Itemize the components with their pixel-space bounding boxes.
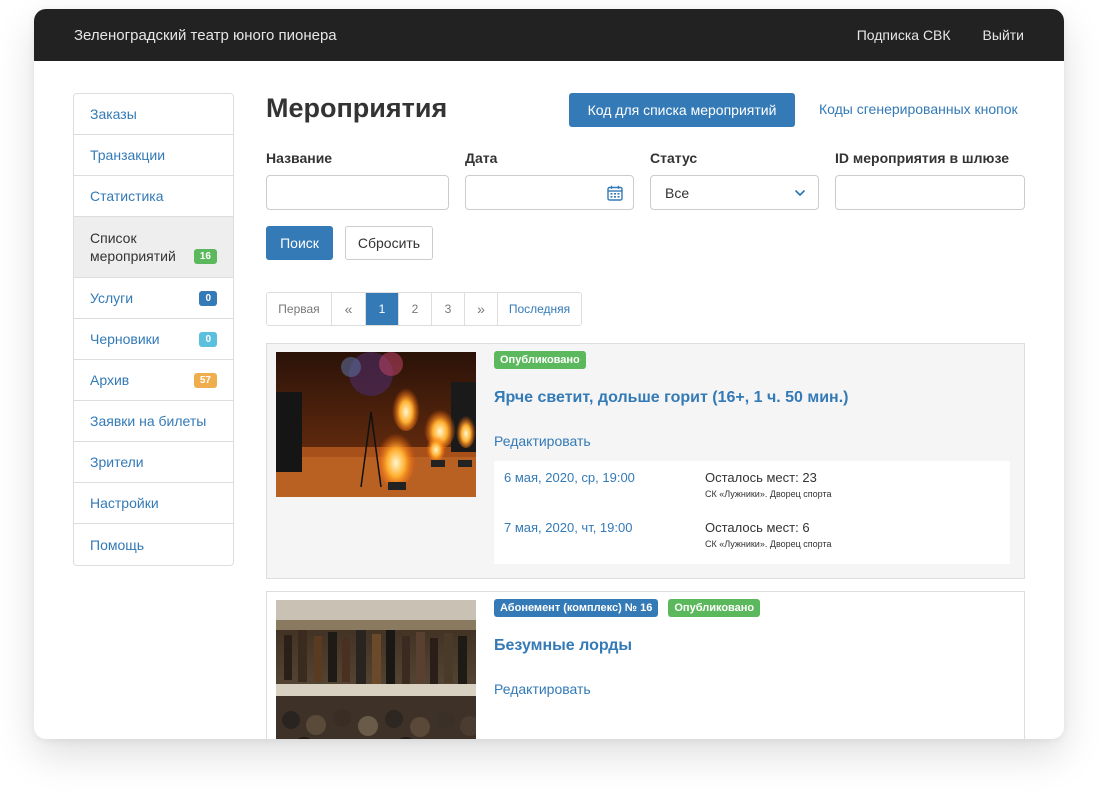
session-venue: СК «Лужники». Дворец спорта <box>705 539 832 549</box>
sidebar-item-archive[interactable]: Архив 57 <box>74 360 233 401</box>
status-selected-value: Все <box>665 184 690 201</box>
calendar-icon[interactable] <box>607 185 623 201</box>
event-labels: Опубликовано <box>494 351 596 369</box>
sidebar-item-drafts[interactable]: Черновики 0 <box>74 319 233 360</box>
search-button[interactable]: Поиск <box>266 226 333 260</box>
session-date-link[interactable]: 6 мая, 2020, ср, 19:00 <box>504 470 635 485</box>
sidebar-item-orders[interactable]: Заказы <box>74 94 233 135</box>
session-date-link[interactable]: 7 мая, 2020, чт, 19:00 <box>504 520 632 535</box>
sidebar-item-label: Транзакции <box>90 147 166 163</box>
sidebar-item-label: Заявки на билеты <box>90 413 207 429</box>
edit-event-link[interactable]: Редактировать <box>494 433 591 449</box>
sidebar-item-label: Архив <box>90 372 130 388</box>
sidebar-item-ticket-requests[interactable]: Заявки на билеты <box>74 401 233 442</box>
chevron-down-icon <box>795 190 805 196</box>
published-label: Опубликовано <box>494 351 586 369</box>
sidebar-item-label: Список мероприятий <box>90 230 176 264</box>
generated-buttons-codes-link[interactable]: Коды сгенерированных кнопок <box>819 101 1018 117</box>
pagination: Первая « 1 2 3 » Последняя <box>266 292 582 326</box>
subscription-link[interactable]: Подписка СВК <box>857 27 951 43</box>
sidebar-item-label: Статистика <box>90 188 164 204</box>
pagination-last[interactable]: Последняя <box>497 293 581 325</box>
top-navbar: Зеленоградский театр юного пионера Подпи… <box>34 9 1064 61</box>
sidebar-item-transactions[interactable]: Транзакции <box>74 135 233 176</box>
event-card: Опубликовано Ярче светит, дольше горит (… <box>266 343 1025 579</box>
date-filter-input[interactable] <box>465 175 634 210</box>
pagination-first[interactable]: Первая <box>267 293 331 325</box>
events-count-badge: 16 <box>193 248 217 264</box>
status-filter-select[interactable]: Все <box>650 175 819 210</box>
sidebar-item-settings[interactable]: Настройки <box>74 483 233 524</box>
drafts-count-badge: 0 <box>199 331 217 347</box>
event-poster-image[interactable] <box>276 600 476 739</box>
sidebar-item-label: Услуги <box>90 290 134 306</box>
pagination-prev[interactable]: « <box>331 293 365 325</box>
navbar-links: Подписка СВК Выйти <box>825 27 1024 43</box>
gateway-id-filter-input[interactable] <box>835 175 1025 210</box>
sidebar-item-events[interactable]: Список мероприятий 16 <box>74 217 233 278</box>
page-title: Мероприятия <box>266 93 448 123</box>
services-count-badge: 0 <box>199 290 217 306</box>
session-seats: Осталось мест: 6 <box>705 520 810 535</box>
brand-title[interactable]: Зеленоградский театр юного пионера <box>74 27 337 44</box>
session-row: 7 мая, 2020, чт, 19:00 Осталось мест: 6 … <box>494 511 1010 561</box>
status-filter-label: Статус <box>650 150 698 166</box>
archive-count-badge: 57 <box>193 372 217 388</box>
gateway-id-filter-label: ID мероприятия в шлюзе <box>835 150 1010 166</box>
sidebar-item-viewers[interactable]: Зрители <box>74 442 233 483</box>
sidebar-item-label: Настройки <box>90 495 159 511</box>
edit-event-link[interactable]: Редактировать <box>494 681 591 697</box>
sidebar-item-label: Черновики <box>90 331 160 347</box>
app-window: Зеленоградский театр юного пионера Подпи… <box>34 9 1064 739</box>
subscription-label: Абонемент (комплекс) № 16 <box>494 599 659 617</box>
pagination-page-3[interactable]: 3 <box>431 293 464 325</box>
session-seats: Осталось мест: 23 <box>705 470 817 485</box>
date-filter-label: Дата <box>465 150 498 166</box>
sidebar-item-services[interactable]: Услуги 0 <box>74 278 233 319</box>
event-title[interactable]: Ярче светит, дольше горит (16+, 1 ч. 50 … <box>494 389 848 407</box>
event-card: Абонемент (комплекс) № 16 Опубликовано Б… <box>266 591 1025 739</box>
reset-button[interactable]: Сбросить <box>345 226 433 260</box>
session-venue: СК «Лужники». Дворец спорта <box>705 489 832 499</box>
pagination-page-1[interactable]: 1 <box>365 293 398 325</box>
published-label: Опубликовано <box>668 599 761 617</box>
events-list-code-button[interactable]: Код для списка мероприятий <box>569 93 795 127</box>
sidebar-item-label: Помощь <box>90 536 145 553</box>
sidebar-item-statistics[interactable]: Статистика <box>74 176 233 217</box>
sidebar-item-label: Заказы <box>90 106 137 122</box>
event-labels: Абонемент (комплекс) № 16 Опубликовано <box>494 599 770 617</box>
name-filter-input[interactable] <box>266 175 449 210</box>
sidebar-item-label: Зрители <box>90 454 144 470</box>
sidebar-item-help[interactable]: Помощь <box>74 524 233 565</box>
session-row: 6 мая, 2020, ср, 19:00 Осталось мест: 23… <box>494 461 1010 511</box>
event-poster-image[interactable] <box>276 352 476 497</box>
event-title[interactable]: Безумные лорды <box>494 637 632 655</box>
sidebar: Заказы Транзакции Статистика Список меро… <box>73 93 234 566</box>
pagination-next[interactable]: » <box>464 293 497 325</box>
name-filter-label: Название <box>266 150 333 166</box>
pagination-page-2[interactable]: 2 <box>398 293 431 325</box>
logout-link[interactable]: Выйти <box>983 27 1024 43</box>
event-sessions: 6 мая, 2020, ср, 19:00 Осталось мест: 23… <box>494 461 1010 564</box>
